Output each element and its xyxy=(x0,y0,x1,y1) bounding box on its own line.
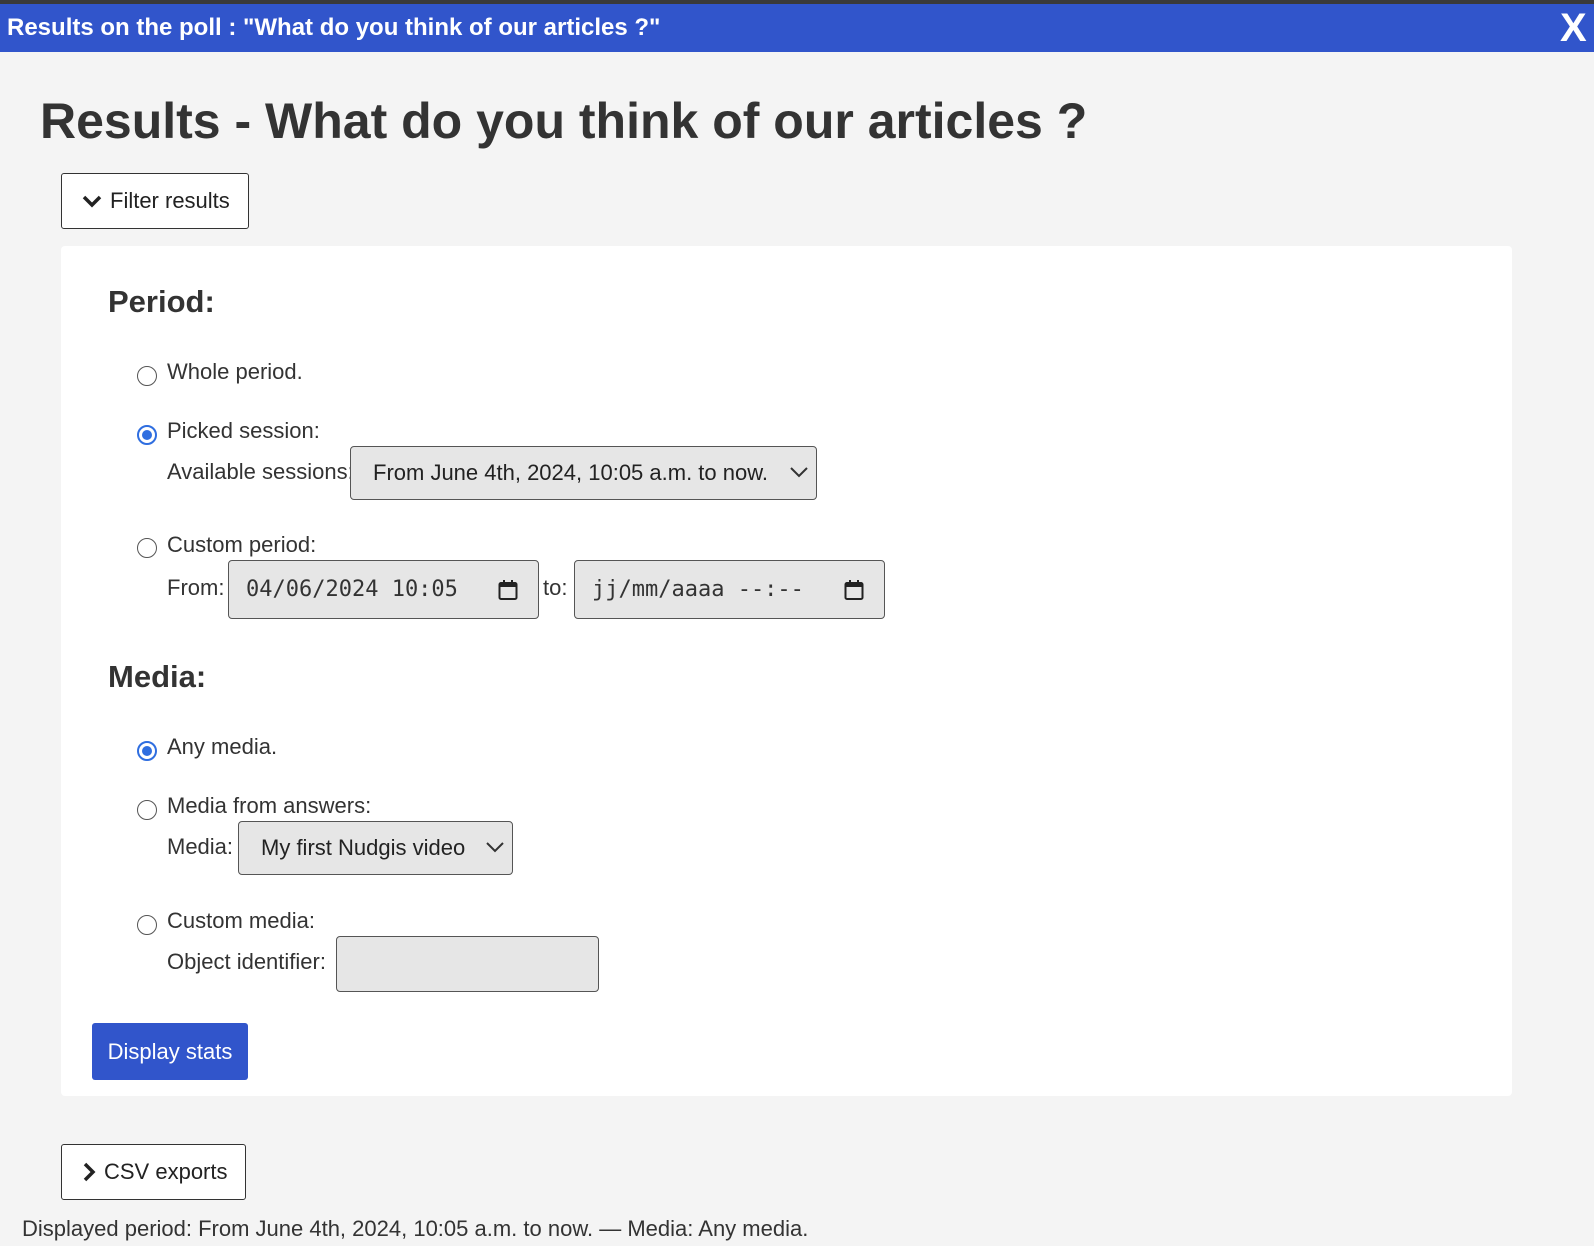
csv-exports-label: CSV exports xyxy=(104,1159,228,1184)
from-label: From: xyxy=(167,575,225,600)
media-heading: Media: xyxy=(108,659,207,694)
from-datetime-value: 04/06/2024 10:05 xyxy=(246,577,458,602)
from-datetime-input[interactable]: 04/06/2024 10:05 xyxy=(228,560,539,619)
picked-session-radio[interactable] xyxy=(137,425,157,445)
any-media-label[interactable]: Any media. xyxy=(167,734,277,760)
custom-period-label[interactable]: Custom period: xyxy=(167,532,316,558)
modal-titlebar: Results on the poll : "What do you think… xyxy=(0,4,1594,52)
chevron-down-icon xyxy=(82,195,102,208)
calendar-icon[interactable] xyxy=(498,579,518,601)
to-datetime-input[interactable]: jj/mm/aaaa --:-- xyxy=(574,560,885,619)
filter-panel: Period: Whole period. Picked session: Av… xyxy=(61,246,1512,1096)
available-sessions-label: Available sessions: xyxy=(167,459,354,484)
filter-results-toggle[interactable]: Filter results xyxy=(61,173,249,229)
media-from-answers-label[interactable]: Media from answers: xyxy=(167,793,371,819)
custom-period-radio[interactable] xyxy=(137,538,157,558)
csv-exports-toggle[interactable]: CSV exports xyxy=(61,1144,246,1200)
to-datetime-placeholder: jj/mm/aaaa --:-- xyxy=(592,577,804,602)
page-title: Results - What do you think of our artic… xyxy=(40,93,1088,149)
media-select-label: Media: xyxy=(167,834,234,859)
calendar-icon[interactable] xyxy=(844,579,864,601)
sessions-select[interactable]: From June 4th, 2024, 10:05 a.m. to now. xyxy=(350,446,817,500)
object-identifier-input[interactable] xyxy=(336,936,599,992)
picked-session-label[interactable]: Picked session: xyxy=(167,418,320,444)
whole-period-label[interactable]: Whole period. xyxy=(167,359,303,385)
displayed-period-summary: Displayed period: From June 4th, 2024, 1… xyxy=(22,1216,809,1241)
whole-period-radio[interactable] xyxy=(137,366,157,386)
media-select[interactable]: My first Nudgis video xyxy=(238,821,513,875)
media-select-value: My first Nudgis video xyxy=(261,835,466,860)
media-from-answers-radio[interactable] xyxy=(137,800,157,820)
object-identifier-label: Object identifier: xyxy=(167,949,326,974)
close-button[interactable]: X xyxy=(1560,6,1587,50)
period-heading: Period: xyxy=(108,284,215,319)
filter-results-label: Filter results xyxy=(110,188,230,213)
chevron-down-icon xyxy=(486,842,504,853)
custom-media-label[interactable]: Custom media: xyxy=(167,908,315,934)
to-label: to: xyxy=(543,575,568,600)
chevron-down-icon xyxy=(790,467,808,478)
display-stats-button[interactable]: Display stats xyxy=(92,1023,248,1080)
modal-title: Results on the poll : "What do you think… xyxy=(7,14,661,41)
sessions-select-value: From June 4th, 2024, 10:05 a.m. to now. xyxy=(373,460,769,485)
custom-media-radio[interactable] xyxy=(137,915,157,935)
chevron-right-icon xyxy=(83,1162,96,1182)
any-media-radio[interactable] xyxy=(137,741,157,761)
